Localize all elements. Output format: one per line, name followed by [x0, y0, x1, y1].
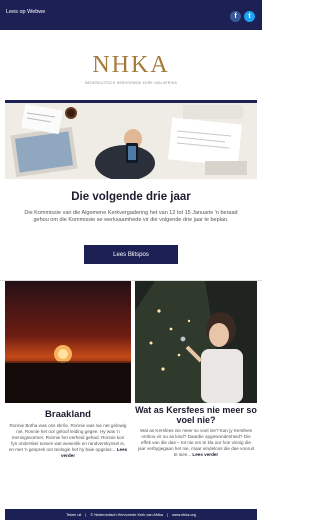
article-image-kersfees[interactable]: [135, 281, 257, 403]
main-heading: Die volgende drie jaar: [71, 191, 191, 203]
footer-separator: |: [167, 512, 168, 517]
article-title-braakland[interactable]: Braakland: [5, 409, 131, 420]
website-link[interactable]: www.nhka.org: [172, 513, 196, 517]
social-links: f t: [230, 11, 255, 22]
footer: Teken uit | © Nederduitsch Hervormde Ker…: [5, 509, 257, 520]
article-image-braakland[interactable]: [5, 281, 131, 403]
view-in-browser-link[interactable]: Lees op Webwe: [6, 9, 45, 15]
facebook-icon[interactable]: f: [230, 11, 241, 22]
logo-area: NHKA NEDERDUITSCH HERVORMDE KERK VAN AFR…: [0, 30, 262, 95]
article-title-kersfees[interactable]: Wat as Kersfees nie meer so voel nie?: [135, 405, 257, 425]
unsubscribe-link[interactable]: Teken uit: [66, 513, 81, 517]
twitter-icon[interactable]: t: [244, 11, 255, 22]
article-excerpt-kersfees: Wat as Kersfees nie meer so voel nie? Ka…: [137, 428, 255, 458]
top-bar: Lees op Webwe f t: [0, 0, 262, 30]
logo-tagline: NEDERDUITSCH HERVORMDE KERK VAN AFRIKA: [84, 81, 178, 85]
read-more-link[interactable]: Lees verder: [192, 452, 218, 457]
logo: NHKA: [92, 52, 170, 78]
hero-image: [5, 103, 257, 179]
article-excerpt-text: Ronnie Botha was ons skrôe. Ronnie was n…: [8, 423, 127, 452]
footer-separator: |: [85, 512, 87, 517]
copyright-text: © Nederduitsch Hervormde Kerk van Afrika: [90, 512, 163, 517]
article-excerpt-braakland: Ronnie Botha was ons skrôe. Ronnie was n…: [8, 423, 128, 459]
intro-text: Die Kommissie van die Algemene Kerkverga…: [24, 210, 238, 224]
read-blitspos-button[interactable]: Lees Blitspos: [84, 245, 178, 264]
